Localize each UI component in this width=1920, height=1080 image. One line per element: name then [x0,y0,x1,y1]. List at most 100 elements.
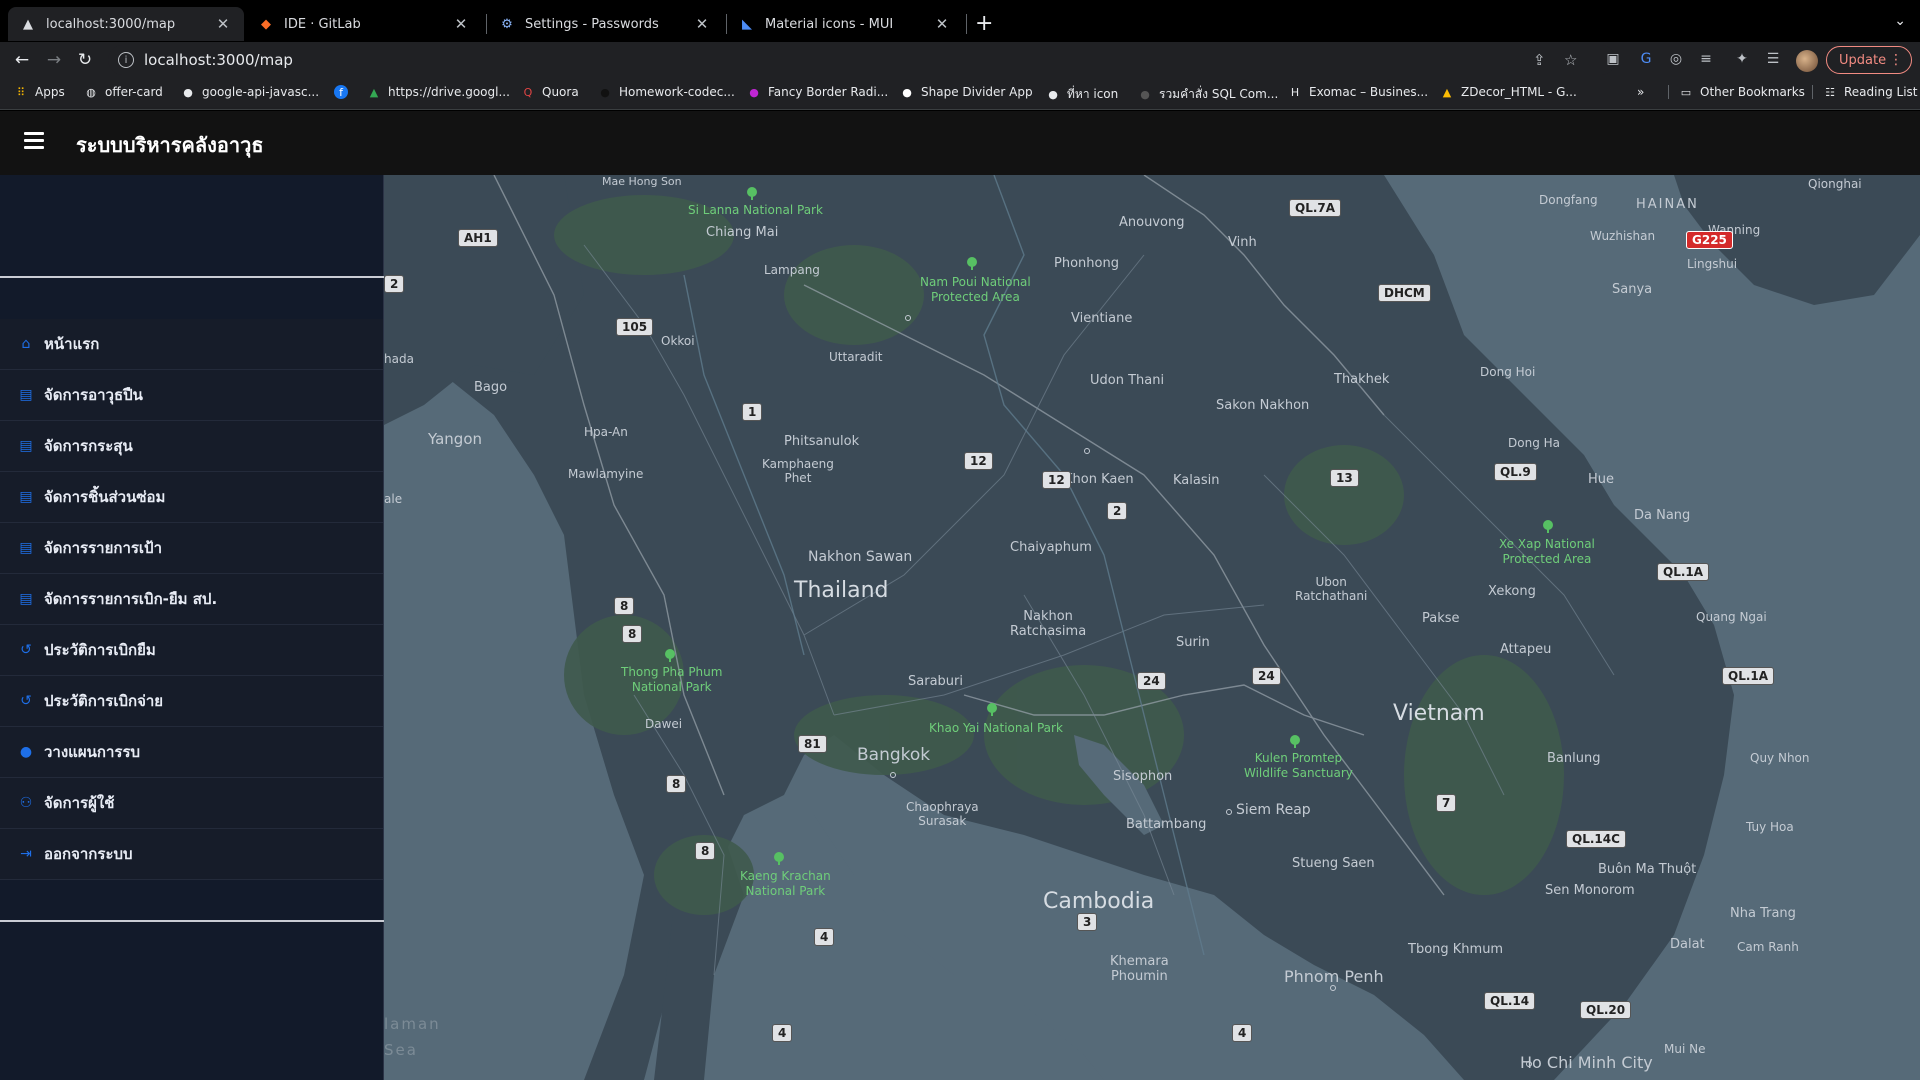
sidebar-item-manage-spare-parts[interactable]: ▤ จัดการชิ้นส่วนซ่อม [0,472,383,523]
sidebar-menu: ⌂ หน้าแรก ▤ จัดการอาวุธปืน ▤ จัดการกระสุ… [0,319,383,880]
map-label-city: Banlung [1547,751,1601,766]
bookmark-apps[interactable]: ⠿ Apps [14,85,65,99]
sidebar-item-label: จัดการรายการเบิก-ยืม สป. [44,590,218,608]
clipboard-icon: ▤ [19,540,33,556]
bookmark-label: ที่หา icon [1067,87,1119,101]
sidebar-item-label: จัดการอาวุธปืน [44,386,143,404]
sidebar-item-manage-loans[interactable]: ▤ จัดการรายการเบิก-ยืม สป. [0,574,383,625]
other-bookmarks[interactable]: ▭ Other Bookmarks [1668,85,1805,99]
bookmark-icon-search[interactable]: ● ที่หา icon [1046,85,1118,104]
bookmark-facebook[interactable]: f [334,85,355,99]
bookmark-homework-codec[interactable]: ● Homework-codec... [598,85,735,99]
sidebar-item-manage-ammunition[interactable]: ▤ จัดการกระสุน [0,421,383,472]
sidebar-item-home[interactable]: ⌂ หน้าแรก [0,319,383,370]
bookmark-sql[interactable]: ● รวมคำสั่ง SQL Com... [1138,85,1278,104]
road-shield: 105 [616,318,654,336]
map-label-city: Thakhek [1334,372,1390,387]
sql-icon: ● [1140,88,1150,101]
map-label-park: Kaeng Krachan National Park [740,869,831,898]
map-label-city: Udon Thani [1090,373,1165,388]
reload-icon[interactable]: ↻ [73,48,97,72]
map-label-city: Buôn Ma Thuột [1598,862,1697,877]
bookmark-label: รวมคำสั่ง SQL Com... [1159,87,1279,101]
map-label-park: Nam Poui National Protected Area [920,275,1031,304]
road-shield: QL.1A [1657,563,1710,581]
tab-localhost-map[interactable]: ▲ localhost:3000/map ✕ [8,7,244,41]
road-shield: 4 [772,1024,793,1042]
close-icon[interactable]: ✕ [452,15,470,33]
sidebar-item-issue-history[interactable]: ↺ ประวัติการเบิกจ่าย [0,676,383,727]
tab-mui-icons[interactable]: ◣ Material icons - MUI ✕ [727,7,963,41]
sidebar-item-manage-users[interactable]: ⚇ จัดการผู้ใช้ [0,778,383,829]
extension-screen-icon[interactable]: ▣ [1604,51,1622,69]
translate-icon[interactable]: G [1637,51,1655,69]
sidebar-item-logout[interactable]: ⇥ ออกจากระบบ [0,829,383,880]
map-label-city: Okkoi [661,334,695,348]
map-label-city: Dawei [645,717,683,731]
update-label: Update [1839,52,1887,68]
road-shield: AH1 [458,229,498,247]
bookmark-fancy-border[interactable]: ● Fancy Border Radi... [747,85,888,99]
update-button[interactable]: Update ⋮ [1826,46,1912,74]
map-label-city: Ubon Ratchathani [1295,575,1368,603]
road-shield: 13 [1330,469,1359,487]
road-shield: 12 [1042,471,1071,489]
map-label-city: Dong Ha [1508,436,1560,450]
shape-divider-icon: ● [902,85,912,99]
tab-gitlab[interactable]: ◆ IDE · GitLab ✕ [246,7,482,41]
bookmark-star-icon[interactable]: ☆ [1564,51,1577,69]
map-view[interactable]: Thailand Cambodia Vietnam HAINAN Mae Hon… [384,175,1920,1080]
site-info-icon[interactable]: i [118,52,134,68]
bookmark-zdecor[interactable]: ▲ ZDecor_HTML - G... [1440,85,1577,99]
city-dot [1330,985,1336,991]
puzzle-extensions-icon[interactable]: ✦ [1733,51,1751,69]
profile-avatar[interactable] [1796,50,1818,72]
bookmark-exomac[interactable]: H Exomac – Busines... [1288,85,1428,99]
road-shield: 1 [742,403,763,421]
exomac-icon: H [1290,85,1300,99]
map-label-park: Si Lanna National Park [688,203,823,217]
sidebar-item-manage-targets[interactable]: ▤ จัดการรายการเป้า [0,523,383,574]
map-label-city: Quang Ngai [1696,610,1767,624]
bookmark-offer-card[interactable]: ◍ offer-card [84,85,163,99]
equalizer-extension-icon[interactable]: ≡ [1697,51,1715,69]
sidebar-item-loan-history[interactable]: ↺ ประวัติการเบิกยืม [0,625,383,676]
road-shield: 8 [666,775,687,793]
forward-arrow-icon[interactable]: → [42,48,66,72]
clipboard-icon: ▤ [19,387,33,403]
app-title: ระบบบริหารคลังอาวุธ [76,133,264,157]
new-tab-button[interactable]: + [975,12,993,36]
share-icon[interactable]: ⇪ [1533,51,1546,69]
clipboard-icon: ▤ [19,591,33,607]
close-icon[interactable]: ✕ [693,15,711,33]
city-dot [1084,448,1090,454]
address-bar[interactable]: i localhost:3000/map [108,45,1616,75]
map-label-city: Bago [474,380,508,395]
github-icon: ● [183,85,193,99]
hamburger-menu-icon[interactable] [24,132,44,152]
bookmark-google-drive[interactable]: ▲ https://drive.googl... [367,85,510,99]
kebab-menu-icon[interactable]: ⋮ [1889,52,1903,68]
map-label-park: Kulen Promtep Wildlife Sanctuary [1244,751,1353,780]
sidebar-item-manage-firearms[interactable]: ▤ จัดการอาวุธปืน [0,370,383,421]
target-extension-icon[interactable]: ◎ [1667,51,1685,69]
reading-queue-icon[interactable]: ☰ [1764,51,1782,69]
map-label-park: Khao Yai National Park [929,721,1063,735]
map-label-city: Sisophon [1113,769,1173,784]
map-label-park: Xe Xap National Protected Area [1499,537,1595,566]
more-bookmarks-button[interactable]: » [1637,85,1644,99]
close-icon[interactable]: ✕ [214,15,232,33]
sidebar-divider [0,920,384,922]
bookmark-shape-divider[interactable]: ● Shape Divider App [900,85,1032,99]
bookmark-quora[interactable]: Q Quora [521,85,579,99]
tab-search-chevron-icon[interactable]: ⌄ [1894,13,1906,29]
road-shield: 24 [1252,667,1281,685]
road-shield: QL.14 [1484,992,1536,1010]
bookmark-google-api[interactable]: ● google-api-javasc... [181,85,319,99]
back-arrow-icon[interactable]: ← [10,48,34,72]
close-icon[interactable]: ✕ [933,15,951,33]
road-shield: DHCM [1378,284,1431,302]
sidebar-item-battle-planning[interactable]: ● วางแผนการรบ [0,727,383,778]
reading-list[interactable]: ☷ Reading List [1812,85,1918,99]
tab-settings-passwords[interactable]: ⚙ Settings - Passwords ✕ [487,7,723,41]
